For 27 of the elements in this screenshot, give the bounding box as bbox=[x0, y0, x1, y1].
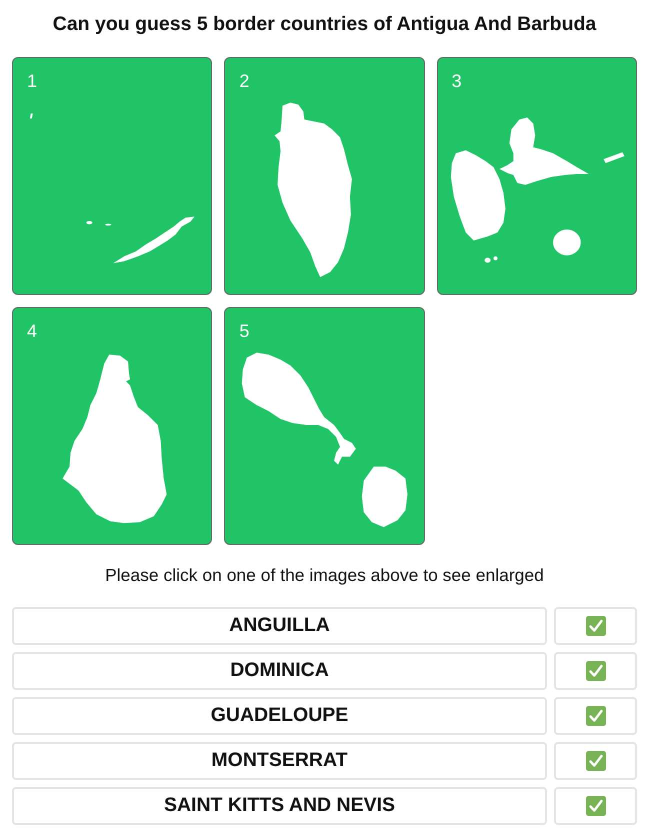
answer-box: SAINT KITTS AND NEVIS bbox=[12, 787, 547, 825]
map-card[interactable]: 1 bbox=[12, 57, 212, 295]
answer-box: MONTSERRAT bbox=[12, 742, 547, 780]
checkmark-icon bbox=[586, 706, 606, 726]
map-number: 2 bbox=[239, 71, 250, 91]
quiz-title: Can you guess 5 border countries of Antigua And Barbuda bbox=[52, 12, 596, 36]
answer-box: ANGUILLA bbox=[12, 607, 547, 645]
answer-box: DOMINICA bbox=[12, 652, 547, 690]
checkmark-icon bbox=[586, 661, 606, 681]
island-shape bbox=[362, 466, 408, 528]
map-card[interactable]: 4 bbox=[12, 307, 212, 545]
map-number: 5 bbox=[239, 321, 250, 341]
map-number: 3 bbox=[452, 71, 462, 91]
answer-box: GUADELOUPE bbox=[12, 697, 547, 735]
hint-text: Please click on one of the images above to see enlarged bbox=[105, 565, 544, 585]
map-card[interactable]: 3 bbox=[436, 57, 637, 295]
checkmark-icon bbox=[586, 751, 606, 771]
map-card[interactable]: 2 bbox=[224, 57, 425, 295]
island-shape bbox=[552, 230, 580, 256]
islet-shape bbox=[30, 114, 33, 118]
island-shape bbox=[603, 152, 624, 164]
islet-shape bbox=[86, 221, 92, 224]
checkmark-icon bbox=[586, 796, 606, 816]
map-card[interactable]: 5 bbox=[224, 307, 425, 545]
map-number: 1 bbox=[27, 71, 38, 91]
map-number: 4 bbox=[27, 321, 38, 341]
checkmark-icon bbox=[586, 616, 606, 636]
